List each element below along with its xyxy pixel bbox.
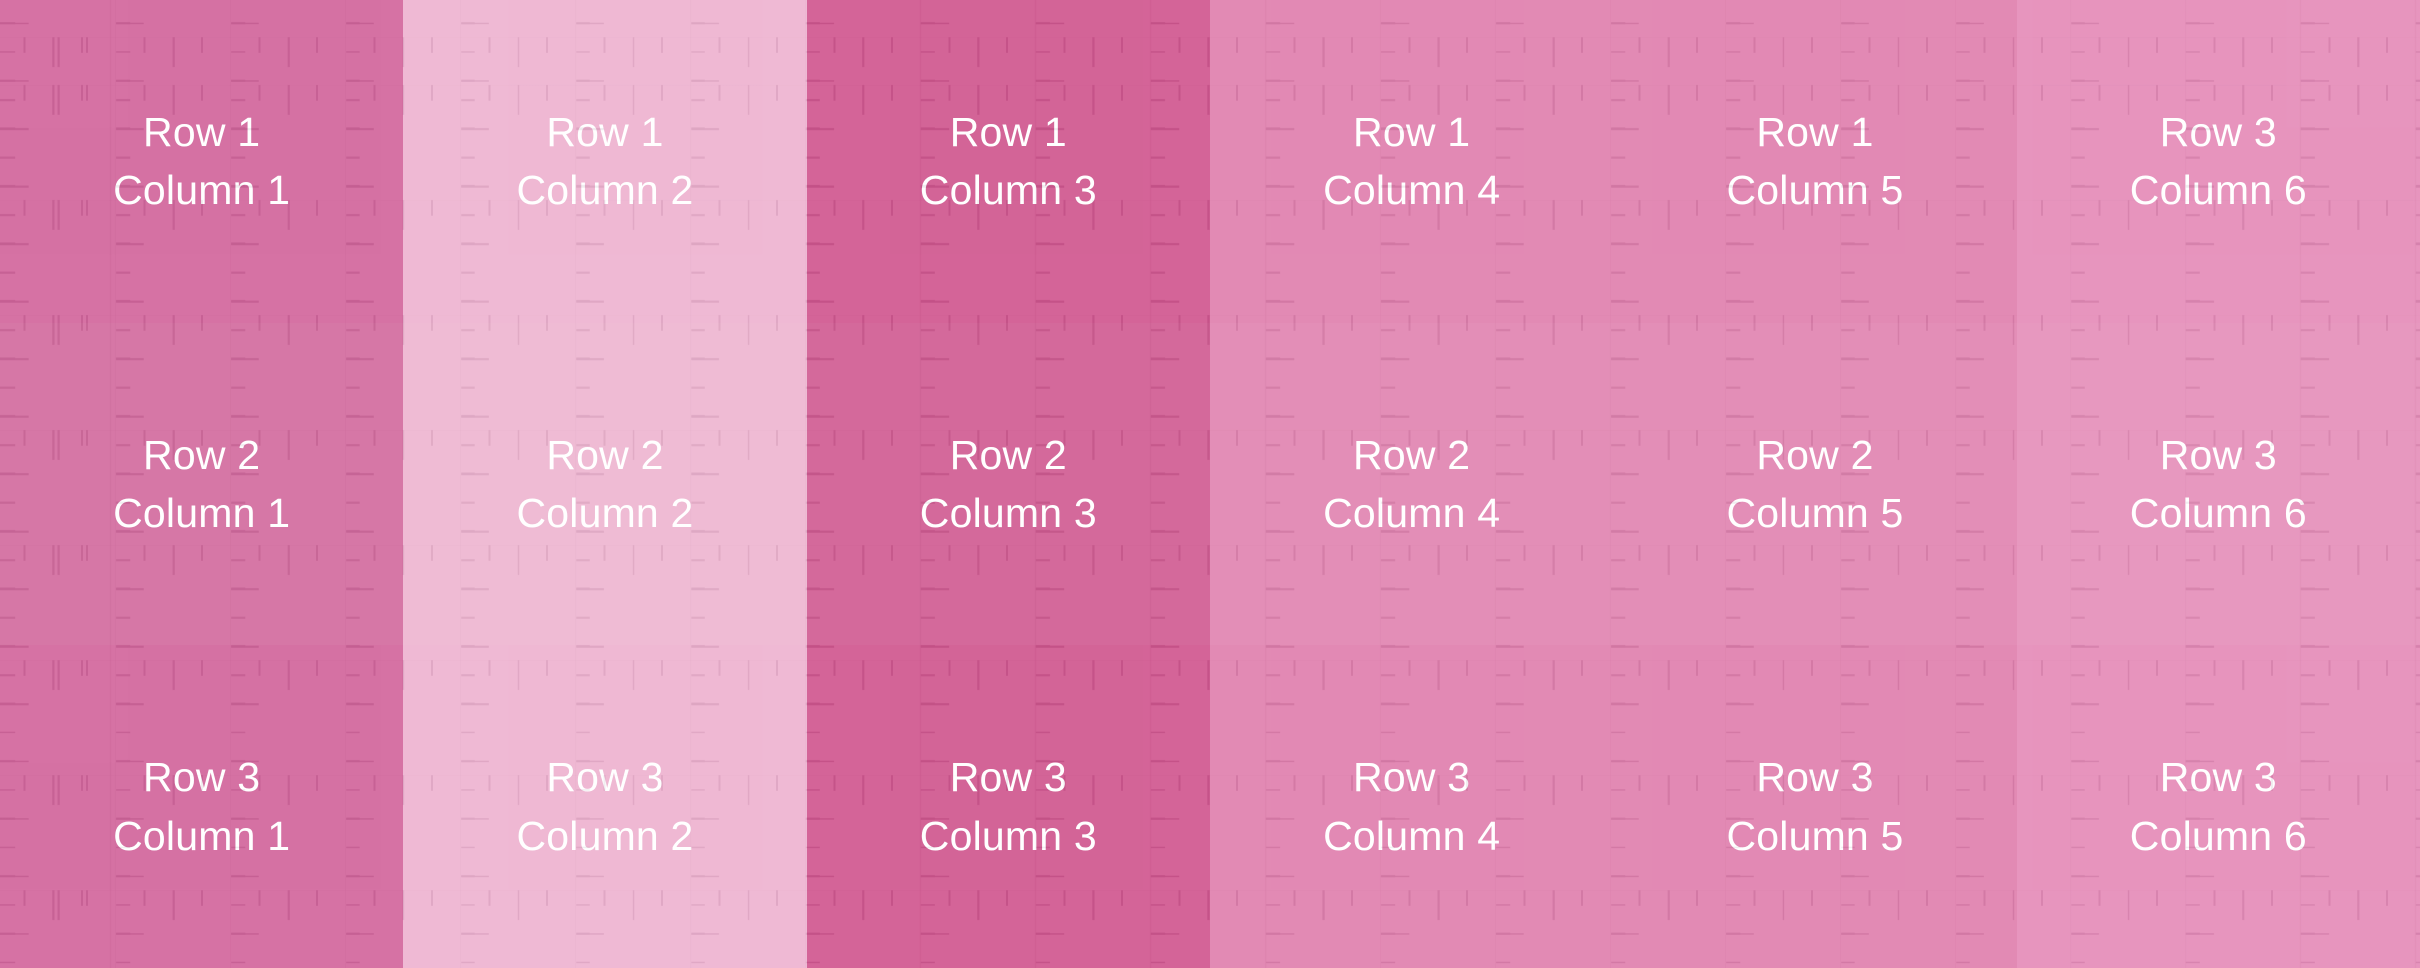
grid-cell-r3-c5[interactable]: Row 3 Column 5 — [1613, 645, 2017, 968]
grid-cell-line2: Column 3 — [919, 489, 1097, 536]
grid-cell-line1: Row 1 — [546, 109, 664, 156]
grid-cell-line2: Column 6 — [2129, 489, 2307, 536]
grid-cell-line2: Column 3 — [919, 812, 1097, 859]
grid-cell-line2: Column 2 — [516, 489, 694, 536]
grid-cell-r1-c5[interactable]: Row 1 Column 5 — [1613, 0, 2017, 323]
grid-cell-line2: Column 1 — [113, 812, 291, 859]
grid-cell-r3-c3[interactable]: Row 3 Column 3 — [806, 645, 1210, 968]
cell-grid: Row 1 Column 1 Row 1 Column 2 Row 1 Column 3R… — [0, 0, 2420, 968]
grid-cell-line1: Row 3 — [1756, 754, 1874, 801]
grid-cell-r2-c4[interactable]: Row 2 Column 4 — [1210, 322, 1614, 646]
grid-cell-r2-c5[interactable]: Row 2 Column 5 — [1613, 322, 2017, 646]
grid-cell-line2: Column 1 — [113, 167, 291, 214]
grid-cell-r3-c6[interactable]: Row 3 Column 6 — [2016, 645, 2420, 968]
grid-cell-line2: Column 4 — [1323, 489, 1501, 536]
grid-cell-line1: Row 3 — [2159, 431, 2277, 478]
grid-cell-r1-c3[interactable]: Row 1 Column 3 — [806, 0, 1210, 323]
grid-cell-r2-c2[interactable]: Row 2 Column 2 — [403, 322, 807, 646]
grid-cell-r2-c3[interactable]: Row 2 Column 3 — [806, 322, 1210, 646]
grid-cell-line1: Row 2 — [949, 431, 1067, 478]
grid-cell-line1: Row 2 — [143, 431, 261, 478]
grid-cell-line1: Row 3 — [143, 754, 261, 801]
grid-cell-line2: Column 2 — [516, 167, 694, 214]
grid-cell-line2: Column 2 — [516, 812, 694, 859]
grid-cell-r1-c2[interactable]: Row 1 Column 2 — [403, 0, 807, 323]
grid-cell-r1-c1[interactable]: Row 1 Column 1 — [0, 0, 404, 323]
grid-cell-line2: Column 6 — [2129, 167, 2307, 214]
grid-cell-r1-c4[interactable]: Row 1 Column 4 — [1210, 0, 1614, 323]
grid-cell-line2: Column 4 — [1323, 812, 1501, 859]
grid-cell-line1: Row 3 — [546, 754, 664, 801]
grid-cell-line2: Column 1 — [113, 489, 291, 536]
grid-cell-line1: Row 3 — [2159, 754, 2277, 801]
grid-cell-line2: Column 5 — [1726, 812, 1904, 859]
grid-cell-line1: Row 2 — [1756, 431, 1874, 478]
grid-cell-line1: Row 1 — [1756, 109, 1874, 156]
grid-cell-line1: Row 1 — [143, 109, 261, 156]
grid-cell-r2-c1[interactable]: Row 2 Column 1 — [0, 322, 404, 646]
grid-cell-line1: Row 3 — [949, 754, 1067, 801]
grid-cell-line1: Row 2 — [546, 431, 664, 478]
grid-cell-line1: Row 1 — [949, 109, 1067, 156]
grid-cell-line2: Column 4 — [1323, 167, 1501, 214]
grid-cell-line2: Column 5 — [1726, 489, 1904, 536]
grid-cell-line2: Column 3 — [919, 167, 1097, 214]
grid-cell-line1: Row 3 — [2159, 109, 2277, 156]
grid-cell-r3-c4[interactable]: Row 3 Column 4 — [1210, 645, 1614, 968]
grid-cell-r1-c6[interactable]: Row 3 Column 6 — [2016, 0, 2420, 323]
grid-cell-line2: Column 6 — [2129, 812, 2307, 859]
grid-cell-r3-c1[interactable]: Row 3 Column 1 — [0, 645, 404, 968]
grid-cell-line1: Row 3 — [1353, 754, 1471, 801]
grid-cell-line2: Column 5 — [1726, 167, 1904, 214]
grid-cell-line1: Row 1 — [1353, 109, 1471, 156]
grid-cell-r3-c2[interactable]: Row 3 Column 2 — [403, 645, 807, 968]
grid-cell-line1: Row 2 — [1353, 431, 1471, 478]
grid-cell-r2-c6[interactable]: Row 3 Column 6 — [2016, 322, 2420, 646]
